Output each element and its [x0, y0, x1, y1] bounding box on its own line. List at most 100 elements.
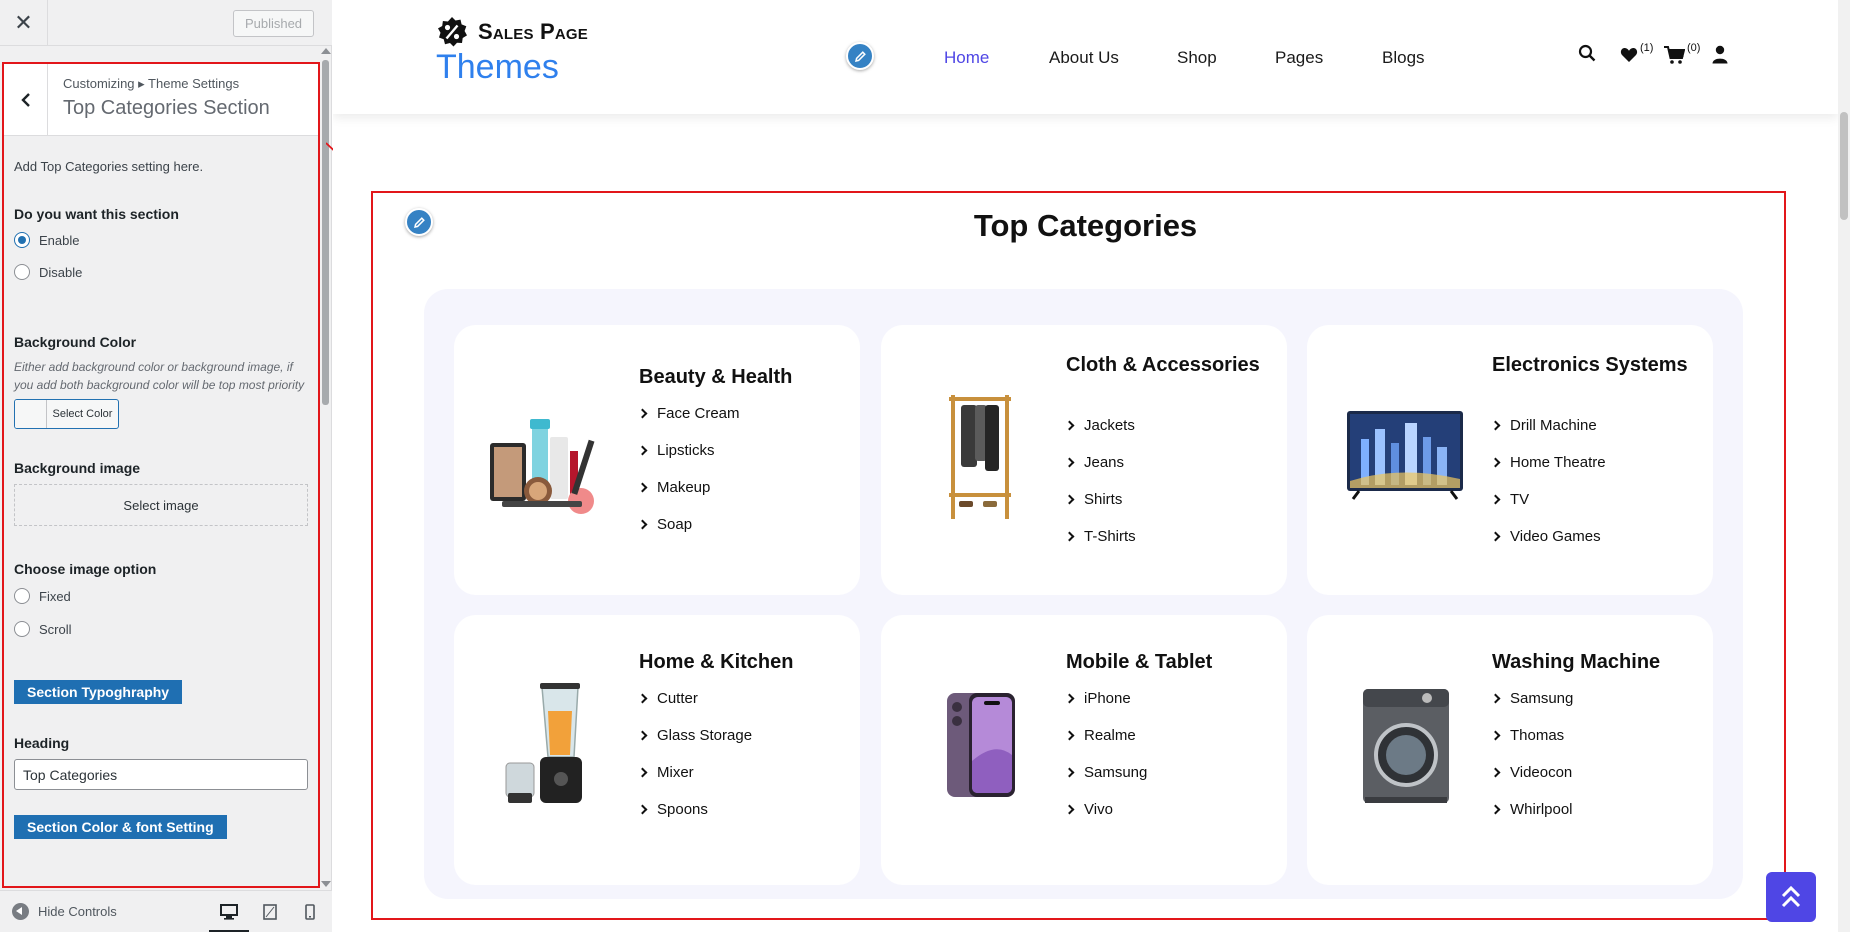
list-item[interactable]: Lipsticks — [637, 432, 740, 469]
category-title[interactable]: Cloth & Accessories — [1066, 353, 1276, 377]
list-item[interactable]: Videocon — [1490, 754, 1573, 791]
item-label: Cutter — [657, 690, 698, 707]
nav-item-about-us[interactable]: About Us — [1049, 48, 1119, 68]
radio-button[interactable] — [14, 264, 30, 280]
category-card[interactable]: Home & Kitchen Cutter Glass Storage Mixe… — [454, 615, 860, 885]
published-button[interactable]: Published — [233, 10, 314, 37]
hide-controls-label: Hide Controls — [38, 904, 117, 919]
radio-scroll[interactable]: Scroll — [14, 619, 308, 639]
scrollbar-thumb[interactable] — [1840, 112, 1848, 220]
chevron-right-icon — [1064, 494, 1075, 505]
mobile-preview-button[interactable] — [298, 901, 322, 923]
scroll-to-top-button[interactable] — [1766, 872, 1816, 922]
radio-button[interactable] — [14, 621, 30, 637]
list-item[interactable]: Drill Machine — [1490, 407, 1606, 444]
list-item[interactable]: Samsung — [1064, 754, 1147, 791]
category-list: iPhone Realme Samsung Vivo — [1064, 680, 1147, 828]
section-color-font-button[interactable]: Section Color & font Setting — [14, 815, 227, 839]
desktop-preview-button[interactable] — [209, 901, 249, 932]
list-item[interactable]: iPhone — [1064, 680, 1147, 717]
preview-scrollbar[interactable] — [1838, 0, 1850, 932]
section-heading: Top Categories — [973, 208, 1198, 243]
heading-input[interactable]: Top Categories — [14, 759, 308, 790]
logo-name: Sales Page — [478, 19, 588, 44]
site-logo[interactable]: Sales Page — [436, 16, 588, 48]
list-item[interactable]: Home Theatre — [1490, 444, 1606, 481]
radio-button[interactable] — [14, 588, 30, 604]
category-card[interactable]: Electronics Systems Drill Machine Home T… — [1307, 325, 1713, 595]
hide-controls-button[interactable]: Hide Controls — [12, 903, 117, 920]
list-item[interactable]: Samsung — [1490, 680, 1573, 717]
account-button[interactable] — [1712, 44, 1728, 69]
category-card[interactable]: Beauty & Health Face Cream Lipsticks Mak… — [454, 325, 860, 595]
chevron-right-icon — [1490, 693, 1501, 704]
list-item[interactable]: Glass Storage — [637, 717, 753, 754]
category-title[interactable]: Washing Machine — [1492, 650, 1702, 674]
list-item[interactable]: Jeans — [1064, 444, 1136, 481]
scrollbar-thumb[interactable] — [322, 60, 329, 405]
smartphone-image — [905, 671, 1055, 821]
nav-item-shop[interactable]: Shop — [1177, 48, 1217, 68]
category-list: Cutter Glass Storage Mixer Spoons — [637, 680, 753, 828]
user-icon — [1712, 45, 1728, 64]
category-list: Drill Machine Home Theatre TV Video Game… — [1490, 407, 1606, 555]
category-title[interactable]: Home & Kitchen — [639, 650, 849, 674]
heart-icon — [1620, 47, 1638, 62]
category-card[interactable]: Washing Machine Samsung Thomas Videocon … — [1307, 615, 1713, 885]
cart-button[interactable]: (0) — [1664, 42, 1708, 64]
category-title[interactable]: Mobile & Tablet — [1066, 650, 1276, 674]
section-panel: Customizing ▸ Theme Settings Top Categor… — [2, 62, 320, 888]
radio-fixed[interactable]: Fixed — [14, 586, 308, 606]
list-item[interactable]: Spoons — [637, 791, 752, 828]
list-item[interactable]: Cutter — [637, 680, 752, 717]
scroll-down-arrow-icon[interactable] — [321, 881, 331, 887]
nav-item-blogs[interactable]: Blogs — [1382, 48, 1425, 68]
select-color-label: Select Color — [52, 408, 113, 420]
search-button[interactable] — [1578, 44, 1596, 67]
list-item[interactable]: Mixer — [637, 754, 752, 791]
category-card[interactable]: Mobile & Tablet iPhone Realme Samsung Vi… — [881, 615, 1287, 885]
customizer-footer: Hide Controls — [0, 890, 332, 932]
back-button[interactable] — [4, 64, 48, 135]
list-item[interactable]: Makeup — [637, 469, 740, 506]
list-item[interactable]: Thomas — [1490, 717, 1573, 754]
list-item[interactable]: Video Games — [1490, 518, 1606, 555]
item-label: Jeans — [1084, 454, 1125, 471]
chevron-right-icon — [637, 482, 648, 493]
item-label: T-Shirts — [1084, 528, 1136, 545]
list-item[interactable]: T-Shirts — [1064, 518, 1136, 555]
list-item[interactable]: Vivo — [1064, 791, 1147, 828]
item-label: Whirlpool — [1510, 801, 1573, 818]
nav-item-pages[interactable]: Pages — [1275, 48, 1323, 68]
close-icon[interactable]: ✕ — [0, 0, 48, 46]
radio-label: Disable — [39, 264, 83, 280]
chevron-right-icon — [637, 767, 648, 778]
wishlist-button[interactable]: (1) — [1620, 42, 1660, 64]
list-item[interactable]: Whirlpool — [1490, 791, 1573, 828]
select-image-button[interactable]: Select image — [14, 484, 308, 526]
select-color-button[interactable]: Select Color — [14, 399, 119, 429]
section-typography-button[interactable]: Section Typoghraphy — [14, 680, 183, 704]
logo-themes[interactable]: Themes — [436, 48, 559, 87]
list-item[interactable]: Soap — [637, 506, 740, 543]
tablet-preview-button[interactable] — [258, 901, 282, 923]
list-item[interactable]: Realme — [1064, 717, 1147, 754]
category-card[interactable]: Cloth & Accessories Jackets Jeans Shirts… — [881, 325, 1287, 595]
list-item[interactable]: TV — [1490, 481, 1606, 518]
list-item[interactable]: Jackets — [1064, 407, 1136, 444]
edit-shortcut-button[interactable] — [846, 42, 874, 70]
desktop-icon — [220, 904, 238, 920]
radio-enable[interactable]: Enable — [14, 230, 308, 250]
list-item[interactable]: Shirts — [1064, 481, 1136, 518]
radio-disable[interactable]: Disable — [14, 262, 308, 282]
chevron-right-icon — [1064, 531, 1075, 542]
scroll-up-arrow-icon[interactable] — [321, 48, 331, 54]
item-label: Glass Storage — [657, 727, 753, 744]
chevron-right-icon — [637, 730, 648, 741]
category-list: Samsung Thomas Videocon Whirlpool — [1490, 680, 1573, 828]
category-title[interactable]: Beauty & Health — [639, 365, 849, 389]
nav-item-home[interactable]: Home — [944, 48, 989, 68]
radio-button-checked[interactable] — [14, 232, 30, 248]
category-title[interactable]: Electronics Systems — [1492, 353, 1702, 377]
list-item[interactable]: Face Cream — [637, 395, 740, 432]
